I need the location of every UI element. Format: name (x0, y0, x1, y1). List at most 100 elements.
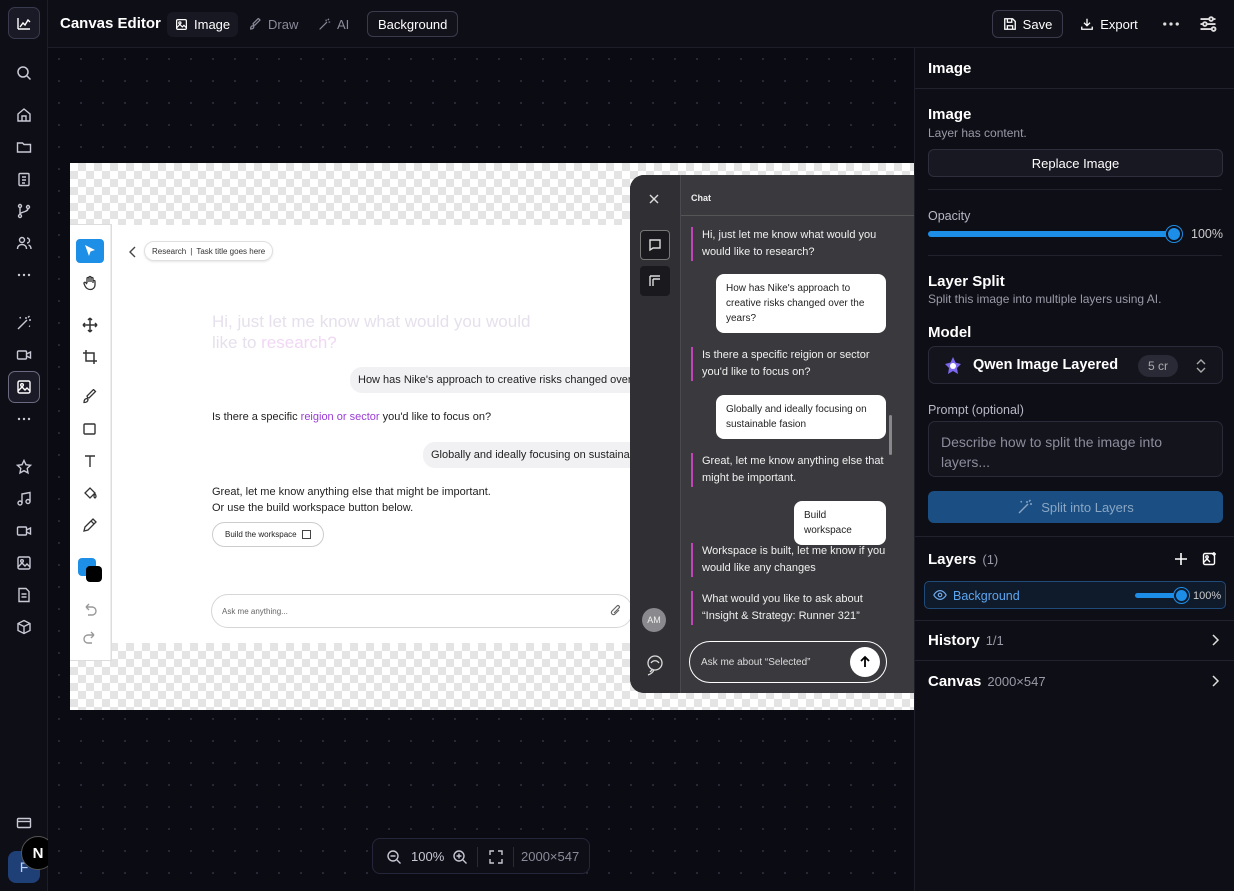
image-editor-icon[interactable] (8, 371, 40, 403)
download-icon (1080, 17, 1094, 31)
tab-image[interactable]: Image (167, 12, 239, 37)
more-horizontal-icon[interactable] (12, 263, 36, 287)
magic-wand-icon[interactable] (12, 311, 36, 335)
chat-tab-icon (640, 230, 670, 260)
user-bubble: Globally and ideally focusing on sustain… (423, 442, 653, 468)
prompt-input[interactable]: Describe how to split the image into lay… (928, 421, 1223, 477)
zoom-out-icon[interactable] (386, 849, 402, 865)
tab-draw[interactable]: Draw (241, 12, 306, 37)
layer-chip-background[interactable]: Background (367, 11, 459, 37)
history-value: 1/1 (985, 633, 1004, 648)
note-line-1: Great, let me know anything else that mi… (212, 486, 491, 498)
opacity-slider-handle[interactable] (1166, 226, 1182, 242)
layer-opacity-handle[interactable] (1174, 588, 1189, 603)
divider (915, 88, 1234, 89)
ai-message: What would you like to ask about “Insigh… (691, 591, 891, 625)
move-icon (76, 313, 104, 337)
settings-sliders-icon[interactable] (1198, 14, 1218, 34)
clipboard-icon[interactable] (12, 167, 36, 191)
ai-message: Great, let me know anything else that mi… (691, 453, 891, 487)
more-options-icon[interactable] (1161, 14, 1181, 34)
replace-image-button[interactable]: Replace Image (928, 149, 1223, 177)
folder-icon[interactable] (12, 135, 36, 159)
save-icon (1003, 17, 1017, 31)
history-row[interactable]: History 1/1 (928, 632, 1004, 649)
layers-title: Layers (1) (928, 551, 998, 568)
git-branch-icon[interactable] (12, 199, 36, 223)
image-section-title: Image (928, 106, 972, 123)
layout-icon (301, 530, 311, 539)
layer-name: Background (953, 589, 1020, 603)
layer-split-title: Layer Split (928, 273, 1005, 290)
chevron-right-icon[interactable] (1209, 674, 1221, 688)
brush-icon (76, 385, 104, 409)
chevron-right-icon[interactable] (1209, 633, 1221, 647)
layers-title-text: Layers (928, 551, 977, 568)
zoom-in-icon[interactable] (452, 849, 468, 865)
cube-icon[interactable] (12, 615, 36, 639)
ghost-heading-text: like to (212, 333, 262, 352)
divider (915, 620, 1234, 621)
secondary-color-swatch (86, 566, 102, 582)
search-icon[interactable] (12, 61, 36, 85)
music-icon[interactable] (12, 487, 36, 511)
users-icon[interactable] (12, 231, 36, 255)
zoom-toolbar: 100% 2000×547 (372, 838, 590, 874)
star-icon[interactable] (12, 455, 36, 479)
magic-wand-icon (319, 18, 331, 30)
back-chevron-icon (128, 245, 138, 258)
user-message: How has Nike's approach to creative risk… (716, 274, 886, 333)
paint-bucket-icon (76, 481, 104, 505)
crop-icon (76, 345, 104, 369)
ghost-heading-line-1: Hi, just let me know what would you woul… (212, 312, 531, 331)
breadcrumb: Research | Task title goes here (144, 241, 274, 261)
chat-input-placeholder: Ask me about “Selected” (701, 656, 811, 668)
tab-ai[interactable]: AI (310, 12, 357, 37)
canvas-row[interactable]: Canvas 2000×547 (928, 673, 1046, 690)
artboard[interactable]: Research | Task title goes here Hi, just… (70, 163, 914, 710)
left-rail: F N (0, 0, 55, 891)
layout-tab-icon (640, 266, 670, 296)
brush-icon (250, 18, 261, 30)
add-image-layer-icon[interactable] (1202, 551, 1218, 567)
chat-scrollbar (889, 415, 892, 455)
breadcrumb-research: Research (152, 246, 187, 256)
ai-message: Hi, just let me know what would you woul… (691, 227, 891, 261)
add-layer-icon[interactable] (1173, 551, 1189, 567)
zoom-divider (477, 847, 478, 867)
home-icon[interactable] (12, 103, 36, 127)
fit-screen-icon[interactable] (488, 849, 504, 865)
canvas-area[interactable]: Research | Task title goes here Hi, just… (48, 48, 914, 891)
chat-divider (681, 215, 914, 216)
model-select[interactable]: Qwen Image Layered 5 cr (928, 346, 1223, 384)
opacity-slider[interactable] (928, 231, 1175, 237)
eyedropper-icon (76, 513, 104, 537)
credit-card-icon[interactable] (12, 811, 36, 835)
save-button[interactable]: Save (992, 10, 1063, 38)
ask-placeholder: Ask me anything... (222, 606, 288, 616)
divider (928, 255, 1222, 256)
tab-label: Draw (268, 17, 299, 32)
save-label: Save (1022, 16, 1053, 32)
more-horizontal-icon[interactable] (12, 407, 36, 431)
video-icon[interactable] (12, 343, 36, 367)
image-icon (176, 19, 187, 30)
breadcrumb-separator: | (190, 246, 193, 256)
model-name: Qwen Image Layered (973, 357, 1119, 373)
image-icon[interactable] (12, 551, 36, 575)
send-arrow-icon (850, 647, 880, 677)
ai-message: Is there a specific reigion or sector yo… (691, 347, 891, 381)
layer-opacity-value: 100% (1193, 590, 1222, 602)
video-icon[interactable] (12, 519, 36, 543)
split-into-layers-button[interactable]: Split into Layers (928, 491, 1223, 523)
document-icon[interactable] (12, 583, 36, 607)
layers-count: (1) (982, 552, 999, 567)
eye-icon[interactable] (933, 588, 947, 602)
layer-split-subtitle: Split this image into multiple layers us… (928, 292, 1162, 306)
ghost-heading-line-2: like to research? (212, 332, 530, 353)
user-bubble: How has Nike's approach to creative risk… (350, 367, 658, 393)
chevron-up-down-icon (1194, 358, 1208, 374)
layer-row[interactable]: Background 100% (924, 581, 1226, 609)
app-logo-icon[interactable] (8, 7, 40, 39)
export-button[interactable]: Export (1073, 10, 1145, 38)
